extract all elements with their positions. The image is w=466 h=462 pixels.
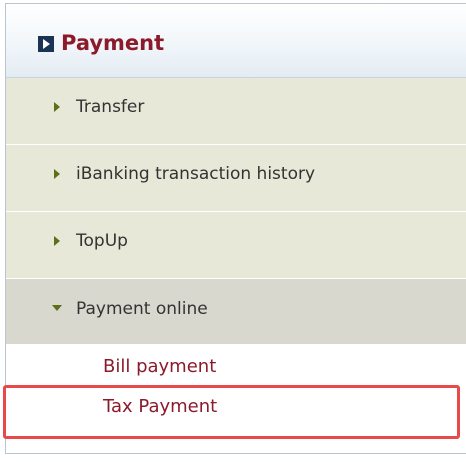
- menu-item-label: TopUp: [76, 231, 128, 251]
- triangle-down-icon: [52, 305, 62, 311]
- menu-item-ibanking-history[interactable]: iBanking transaction history: [6, 145, 466, 212]
- submenu-item-bill-payment[interactable]: Bill payment: [6, 345, 466, 383]
- menu-item-label: iBanking transaction history: [76, 164, 316, 184]
- submenu-item-tax-payment[interactable]: Tax Payment: [6, 383, 466, 421]
- menu-item-transfer[interactable]: Transfer: [6, 78, 466, 145]
- submenu-item-label[interactable]: Tax Payment: [103, 396, 217, 418]
- menu-title: Payment: [61, 31, 165, 55]
- menu-header[interactable]: Payment: [6, 4, 466, 78]
- menu-item-label: Payment online: [76, 299, 208, 319]
- payment-menu-panel: Payment Transfer iBanking transaction hi…: [5, 3, 466, 454]
- menu-item-topup[interactable]: TopUp: [6, 212, 466, 279]
- triangle-right-icon: [54, 102, 60, 112]
- triangle-right-icon: [54, 236, 60, 246]
- submenu-item-label[interactable]: Bill payment: [103, 356, 216, 378]
- triangle-right-icon: [54, 169, 60, 179]
- box-arrow-icon: [38, 36, 54, 52]
- menu-item-payment-online[interactable]: Payment online: [6, 279, 466, 345]
- menu-item-label: Transfer: [76, 97, 145, 117]
